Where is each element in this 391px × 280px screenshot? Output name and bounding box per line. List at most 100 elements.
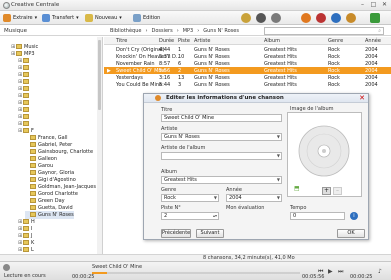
window-titlebar: Creative Centrale – □ ✕ — [0, 0, 391, 11]
folder-icon — [23, 79, 29, 84]
folder-icon — [30, 184, 36, 189]
ok-button[interactable]: OK — [337, 229, 365, 238]
breadcrumb-item[interactable]: MP3 — [183, 28, 194, 34]
cart-icon[interactable]: ⬒ — [294, 185, 300, 192]
close-icon[interactable]: ✕ — [359, 94, 365, 102]
next-button[interactable]: Suivant — [196, 229, 224, 238]
folder-icon — [23, 93, 29, 98]
next-track-icon[interactable]: ⏭ — [338, 268, 343, 276]
tree-scrollbar[interactable] — [97, 37, 102, 261]
folder-icon — [30, 142, 36, 147]
genre-label: Genre — [161, 187, 177, 193]
genre-value: Rock — [164, 195, 176, 201]
column-track[interactable]: Piste — [178, 38, 190, 44]
chevron-right-icon: › — [145, 28, 148, 34]
window-controls: – □ ✕ — [358, 1, 389, 9]
track-cell: Rock — [328, 82, 340, 88]
app-icon — [3, 2, 10, 9]
previous-button[interactable]: Précédente — [161, 229, 191, 238]
breadcrumb-item[interactable]: Dossiers — [151, 28, 172, 34]
track-row[interactable]: You Could Be Mine 5:44 3 Guns N' Roses Great… — [104, 81, 391, 88]
transfer-button[interactable]: Transfert ▾ — [42, 13, 79, 23]
folder-icon — [23, 107, 29, 112]
folder-icon — [30, 149, 36, 154]
breadcrumb-item[interactable]: Bibliothèque — [110, 28, 141, 34]
library-label: Musique — [4, 28, 27, 34]
folder-icon — [16, 51, 22, 56]
folder-icon — [23, 128, 29, 133]
tempo-field[interactable]: 0 — [290, 212, 345, 220]
help-icon[interactable] — [331, 13, 341, 23]
folder-icon — [23, 114, 29, 119]
rating-label: Mon évaluation — [226, 205, 265, 211]
tempo-label: Tempo — [290, 205, 307, 211]
extract-button[interactable]: Extraire ▾ — [3, 13, 37, 23]
delete-icon[interactable] — [256, 13, 266, 23]
block-icon[interactable] — [316, 13, 326, 23]
minimize-icon[interactable]: – — [358, 1, 367, 9]
logo-icon — [370, 13, 380, 23]
dialog-header: Editer les informations d'une chanson ✕ — [144, 94, 368, 103]
folder-icon — [30, 191, 36, 196]
chevron-right-icon: › — [176, 28, 179, 34]
previous-track-icon[interactable]: ⏮ — [318, 268, 323, 276]
column-artist[interactable]: Artiste — [194, 38, 210, 44]
remove-artwork-button[interactable]: – — [333, 187, 342, 195]
artist-value: Guns N' Roses — [164, 134, 200, 140]
track-row[interactable]: Don't Cry (Original) 4:44 1 Guns N' Roses Gr… — [104, 46, 391, 53]
volume-icon[interactable]: ♪ — [378, 268, 382, 275]
close-icon[interactable]: ✕ — [380, 1, 389, 9]
playback-state: Lecture en cours — [4, 273, 46, 279]
column-title[interactable]: Titre — [116, 38, 127, 44]
column-genre[interactable]: Genre — [328, 38, 343, 44]
new-button[interactable]: Nouveau ▾ — [85, 13, 122, 23]
album-artist-field[interactable]: ▼ — [161, 152, 282, 160]
time-readout: 00:00:25 — [350, 274, 373, 280]
new-icon — [85, 14, 93, 22]
folder-tree[interactable]: ⊞ Music ⊞ MP3 ⊞ ⊞ ⊞ ⊞ ⊞ ⊞ ⊞ ⊞ ⊞ ⊞ ⊞ F France, Gall Gabrie… — [0, 37, 103, 261]
year-field[interactable]: 2004 ▼ — [226, 194, 282, 202]
artist-label: Artiste — [161, 126, 178, 132]
track-cell: Greatest Hits — [264, 82, 297, 88]
folder-icon — [23, 58, 29, 63]
album-field[interactable]: Greatest Hits ▼ — [161, 176, 282, 184]
track-row[interactable]: Knockin' On Heaven's D... 5:37 10 Guns N' R… — [104, 53, 391, 60]
rating-stars[interactable] — [226, 212, 282, 220]
column-year[interactable]: Année — [365, 38, 381, 44]
search-icon: ⌕ — [378, 28, 381, 34]
folder-icon — [30, 212, 36, 217]
search-input[interactable]: ⌕ — [264, 27, 384, 35]
folder-icon — [30, 198, 36, 203]
breadcrumb-item[interactable]: Guns N' Roses — [203, 28, 239, 34]
folder-icon — [30, 205, 36, 210]
scrollbar-thumb[interactable] — [98, 40, 101, 110]
chevron-down-icon: ▼ — [276, 153, 280, 158]
device-icon[interactable] — [346, 13, 356, 23]
add-artwork-button[interactable]: + — [322, 187, 331, 195]
track-cell: 5:44 — [159, 82, 171, 88]
folder-icon — [30, 156, 36, 161]
playback-progress[interactable] — [92, 272, 300, 274]
album-value: Greatest Hits — [164, 177, 197, 183]
play-icon[interactable] — [3, 264, 10, 271]
column-album[interactable]: Album — [264, 38, 280, 44]
track-number-field[interactable]: 2 ▴▾ — [161, 212, 219, 220]
info-icon — [155, 95, 161, 101]
edit-button[interactable]: Edition — [133, 13, 160, 23]
settings-icon[interactable] — [271, 13, 281, 23]
info-icon[interactable]: i — [350, 212, 358, 220]
track-row[interactable]: November Rain 8:57 6 Guns N' Roses Greatest … — [104, 60, 391, 67]
track-row[interactable]: ▶ Sweet Child O' Mine 5:56 2 Guns N' Roses Gr… — [104, 67, 391, 74]
title-field[interactable]: Sweet Child O' Mine — [161, 114, 282, 122]
maximize-icon[interactable]: □ — [369, 1, 378, 9]
folder-icon — [23, 100, 29, 105]
star-icon[interactable] — [241, 13, 251, 23]
play-pause-icon[interactable]: ▶ — [328, 268, 333, 275]
genre-field[interactable]: Rock ▼ — [161, 194, 219, 202]
column-duration[interactable]: Durée — [159, 38, 174, 44]
title-label: Titre — [161, 107, 173, 113]
year-label: Année — [226, 187, 242, 193]
artist-field[interactable]: Guns N' Roses ▼ — [161, 133, 282, 141]
refresh-icon[interactable] — [301, 13, 311, 23]
track-row[interactable]: Yesterdays 3:16 13 Guns N' Roses Greatest Hi… — [104, 74, 391, 81]
